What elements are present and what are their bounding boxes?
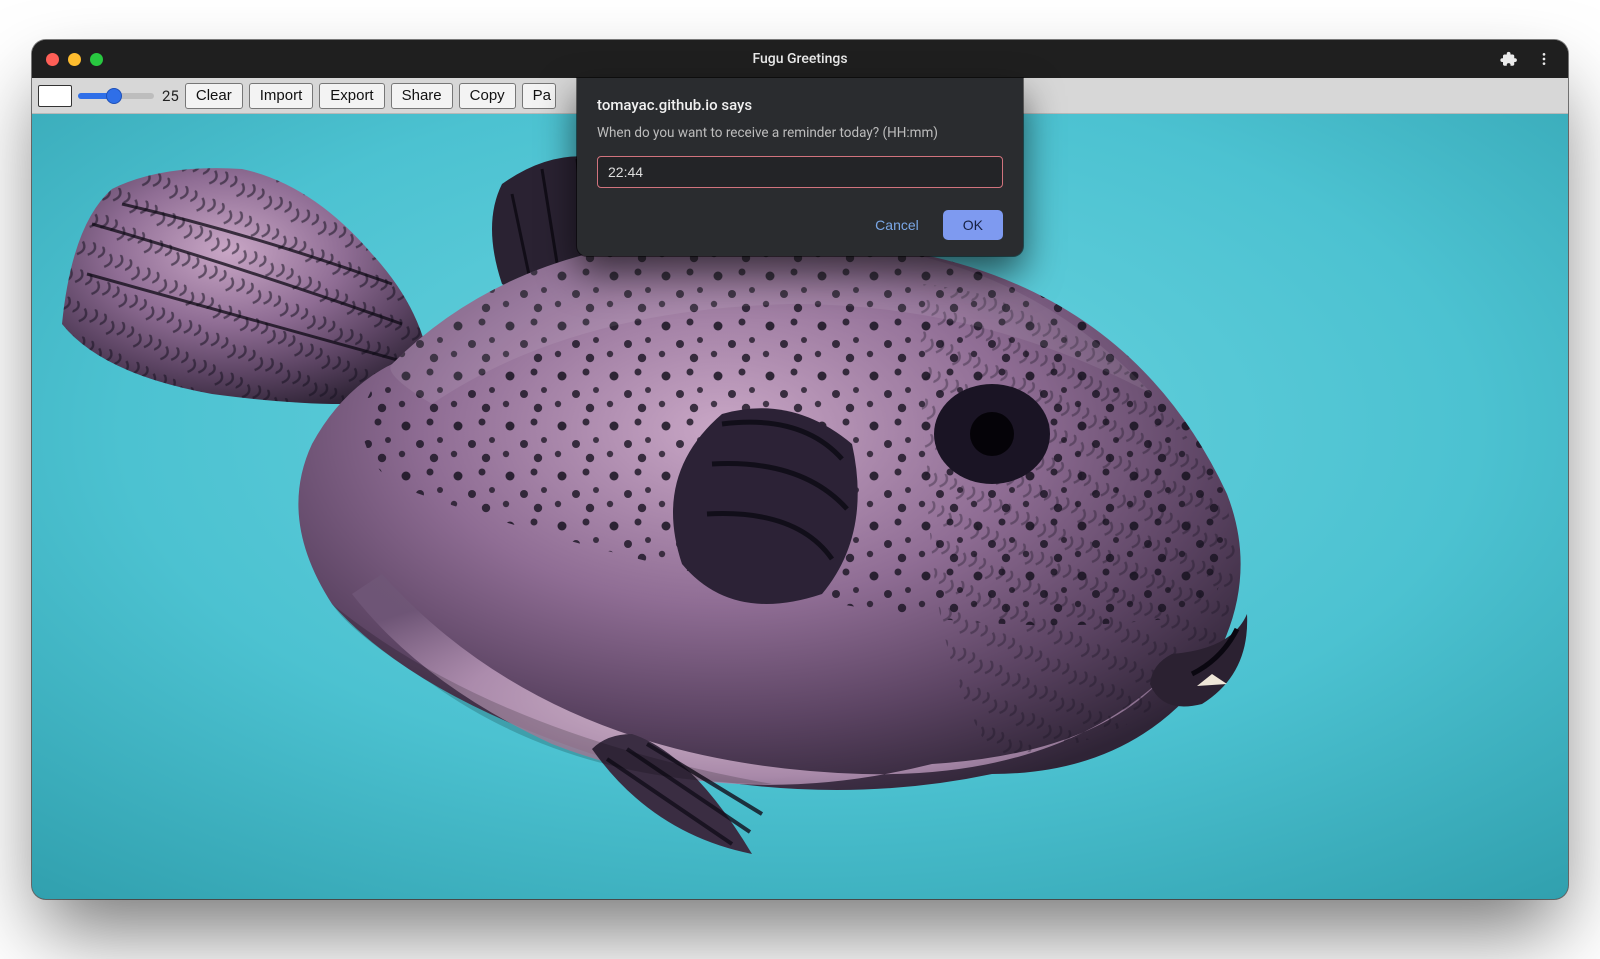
import-button[interactable]: Import <box>249 83 314 109</box>
brush-size-slider[interactable] <box>78 93 154 99</box>
export-button[interactable]: Export <box>319 83 384 109</box>
close-window-icon[interactable] <box>46 53 59 66</box>
window-title: Fugu Greetings <box>32 51 1568 67</box>
js-prompt-dialog: tomayac.github.io says When do you want … <box>577 78 1023 256</box>
dialog-message: When do you want to receive a reminder t… <box>597 124 1003 142</box>
app-window: Fugu Greetings 25 Clear Import <box>32 40 1568 899</box>
copy-button[interactable]: Copy <box>459 83 516 109</box>
dialog-input[interactable] <box>597 156 1003 188</box>
window-controls <box>46 53 103 66</box>
dialog-source: tomayac.github.io says <box>597 96 1003 114</box>
brush-size-control: 25 <box>78 87 179 105</box>
titlebar: Fugu Greetings <box>32 40 1568 78</box>
share-button[interactable]: Share <box>391 83 453 109</box>
extension-icon[interactable] <box>1500 50 1518 68</box>
brush-size-value: 25 <box>162 87 179 105</box>
maximize-window-icon[interactable] <box>90 53 103 66</box>
cancel-button[interactable]: Cancel <box>867 211 927 239</box>
ok-button[interactable]: OK <box>943 210 1003 240</box>
color-swatch[interactable] <box>38 85 72 107</box>
clear-button[interactable]: Clear <box>185 83 243 109</box>
kebab-menu-icon[interactable] <box>1536 50 1552 68</box>
minimize-window-icon[interactable] <box>68 53 81 66</box>
slider-thumb[interactable] <box>106 88 122 104</box>
dialog-actions: Cancel OK <box>597 210 1003 240</box>
paste-button[interactable]: Pa <box>522 83 556 109</box>
